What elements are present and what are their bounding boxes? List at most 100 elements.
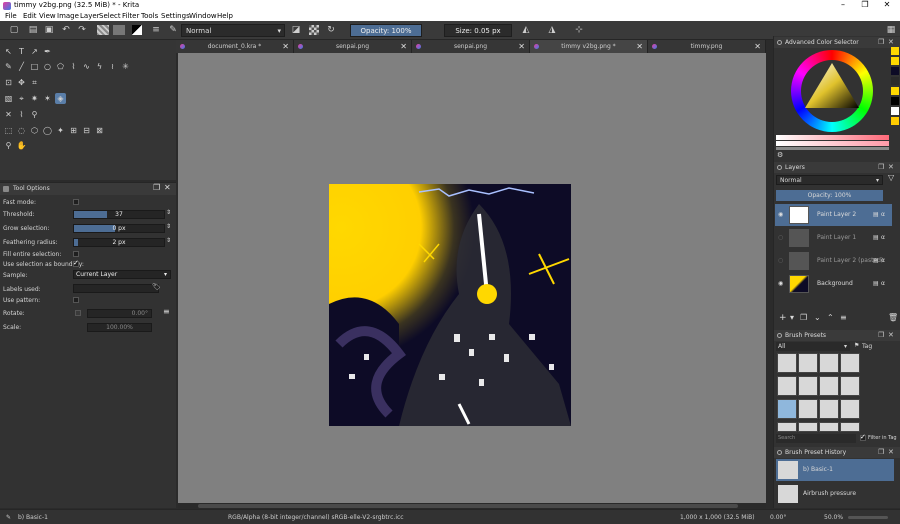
close-panel-icon[interactable]: ✕ — [888, 330, 894, 341]
rotate-spinbox[interactable]: 0.00° — [87, 309, 152, 318]
tab-senpai-2[interactable]: senpai.png ✕ — [412, 40, 530, 53]
multibrush-tool-icon[interactable]: ✳ — [120, 61, 131, 72]
brush-search-input[interactable]: Search — [776, 434, 856, 443]
delete-layer-icon[interactable]: 🗑 — [888, 313, 898, 322]
filter-in-tag-checkbox[interactable] — [860, 433, 866, 441]
fast-mode-checkbox[interactable] — [73, 199, 79, 205]
move-layer-down-icon[interactable]: ⌄ — [814, 313, 821, 322]
close-tab-icon[interactable]: ✕ — [518, 40, 525, 53]
save-icon[interactable]: ▣ — [44, 25, 54, 35]
smart-patch-tool-icon[interactable]: ✷ — [29, 93, 40, 104]
brush-preset-cell[interactable] — [840, 376, 860, 396]
float-panel-icon[interactable]: ❐ — [878, 330, 884, 341]
undo-icon[interactable]: ↶ — [61, 25, 71, 35]
blend-mode-select[interactable]: Normal ▾ — [181, 24, 285, 37]
workspace-icon[interactable]: ▦ — [886, 25, 896, 35]
similar-select-tool-icon[interactable]: ⊞ — [68, 125, 79, 136]
history-item-airbrush[interactable]: Airbrush pressure — [776, 483, 894, 505]
artwork-image[interactable] — [329, 184, 571, 426]
pattern-selector-icon[interactable] — [113, 25, 125, 35]
menu-select[interactable]: Select — [99, 12, 121, 20]
new-document-icon[interactable]: ▢ — [9, 25, 19, 35]
float-panel-icon[interactable]: ❐ — [878, 447, 884, 458]
fill-tool-icon[interactable]: ◈ — [55, 93, 66, 104]
grow-selection-spinbox[interactable]: 0 px — [73, 224, 165, 233]
brush-preset-cell[interactable] — [819, 399, 839, 419]
use-selection-boundary-checkbox[interactable] — [73, 259, 79, 267]
calligraphy-tool-icon[interactable]: ✒ — [42, 46, 53, 57]
line-tool-icon[interactable]: ╱ — [16, 61, 27, 72]
color-history-icon[interactable]: ⚙ — [777, 151, 783, 159]
tab-timmy[interactable]: timmy.png ✕ — [648, 40, 766, 53]
menu-tools[interactable]: Tools — [141, 12, 158, 20]
redo-icon[interactable]: ↷ — [77, 25, 87, 35]
polygon-tool-icon[interactable]: ⬠ — [55, 61, 66, 72]
tab-timmy-v2bg[interactable]: timmy v2bg.png * ✕ — [530, 40, 648, 53]
opacity-slider[interactable]: Opacity: 100% — [350, 24, 422, 37]
palette-swatch[interactable] — [891, 117, 899, 125]
color-slider-2[interactable] — [776, 141, 889, 146]
scrollbar-thumb[interactable] — [198, 504, 738, 508]
brush-preset-cell-selected[interactable] — [777, 399, 797, 419]
measure-tool-icon[interactable]: ⌇ — [16, 109, 27, 120]
scale-spinbox[interactable]: 100.00% — [87, 323, 152, 332]
alpha-icon[interactable]: α — [881, 234, 885, 241]
layer-row-background[interactable]: ◉ Background ▤ α — [775, 273, 892, 295]
move-tool-icon[interactable]: ✥ — [16, 77, 27, 88]
layer-row-paint-layer-2-pasted[interactable]: ○ Paint Layer 2 (pasted) ▤ α — [775, 250, 892, 272]
menu-help[interactable]: Help — [217, 12, 233, 20]
tag-icon[interactable]: ⚑ — [854, 342, 859, 349]
assistant-tool-icon[interactable]: ✕ — [3, 109, 14, 120]
tab-document-0[interactable]: document_0.kra * ✕ — [176, 40, 294, 53]
close-tab-icon[interactable]: ✕ — [636, 40, 643, 53]
freehand-path-tool-icon[interactable]: ϟ — [94, 61, 105, 72]
lock-icon[interactable]: ▤ — [873, 234, 879, 241]
menu-window[interactable]: Window — [189, 12, 217, 20]
reference-tool-icon[interactable]: ⚲ — [29, 109, 40, 120]
wrap-around-icon[interactable]: ⊹ — [574, 25, 584, 35]
menu-file[interactable]: File — [5, 12, 17, 20]
menu-edit[interactable]: Edit — [23, 12, 37, 20]
select-shapes-tool-icon[interactable]: ↖ — [3, 46, 14, 57]
close-window-button[interactable]: ✕ — [876, 0, 898, 9]
history-item-basic-1[interactable]: b) Basic-1 — [776, 459, 894, 481]
freehand-select-tool-icon[interactable]: ◯ — [42, 125, 53, 136]
saturation-triangle[interactable] — [801, 60, 863, 122]
brush-preset-cell[interactable] — [798, 376, 818, 396]
size-slider[interactable]: Size: 0.05 px — [444, 24, 512, 37]
colorize-mask-tool-icon[interactable]: ✶ — [42, 93, 53, 104]
palette-swatch[interactable] — [891, 107, 899, 115]
add-layer-icon[interactable]: + — [779, 313, 787, 323]
layer-blend-mode-select[interactable]: Normal ▾ — [776, 175, 883, 185]
close-tab-icon[interactable]: ✕ — [282, 40, 289, 53]
brush-preset-cell[interactable] — [819, 353, 839, 373]
feather-stepper-icon[interactable]: ⇕ — [166, 237, 171, 244]
feathering-radius-spinbox[interactable]: 2 px — [73, 238, 165, 247]
filter-icon[interactable]: ▽ — [888, 173, 894, 182]
mirror-horizontal-icon[interactable]: ◭ — [521, 25, 531, 35]
menu-layer[interactable]: Layer — [80, 12, 100, 20]
eye-closed-icon[interactable]: ○ — [778, 234, 785, 241]
rotate-dial-icon[interactable] — [75, 310, 81, 316]
color-picker-tool-icon[interactable]: ⌖ — [16, 93, 27, 104]
close-panel-icon[interactable]: ✕ — [888, 447, 894, 458]
layer-dropdown-icon[interactable]: ▾ — [790, 313, 794, 322]
layer-properties-icon[interactable]: ≡ — [840, 313, 847, 322]
transform-tool-icon[interactable]: ⌗ — [29, 77, 40, 88]
palette-swatch[interactable] — [891, 57, 899, 65]
use-pattern-checkbox[interactable] — [73, 297, 79, 303]
float-panel-icon[interactable]: ❐ — [153, 183, 160, 192]
brush-preset-cell[interactable] — [819, 376, 839, 396]
brush-preset-cell[interactable] — [777, 353, 797, 373]
rect-select-tool-icon[interactable]: ⬚ — [3, 125, 14, 136]
grow-stepper-icon[interactable]: ⇕ — [166, 223, 171, 230]
mirror-vertical-icon[interactable]: ◮ — [547, 25, 557, 35]
layer-row-paint-layer-1[interactable]: ○ Paint Layer 1 ▤ α — [775, 227, 892, 249]
palette-swatch[interactable] — [891, 47, 899, 55]
close-panel-icon[interactable]: ✕ — [164, 183, 171, 192]
minimize-button[interactable]: – — [832, 0, 854, 9]
gradient-selector-icon[interactable] — [97, 25, 109, 35]
fg-bg-color-icon[interactable] — [132, 25, 142, 35]
brush-preset-cell[interactable] — [798, 353, 818, 373]
status-zoom[interactable]: 50.0% — [824, 514, 843, 521]
